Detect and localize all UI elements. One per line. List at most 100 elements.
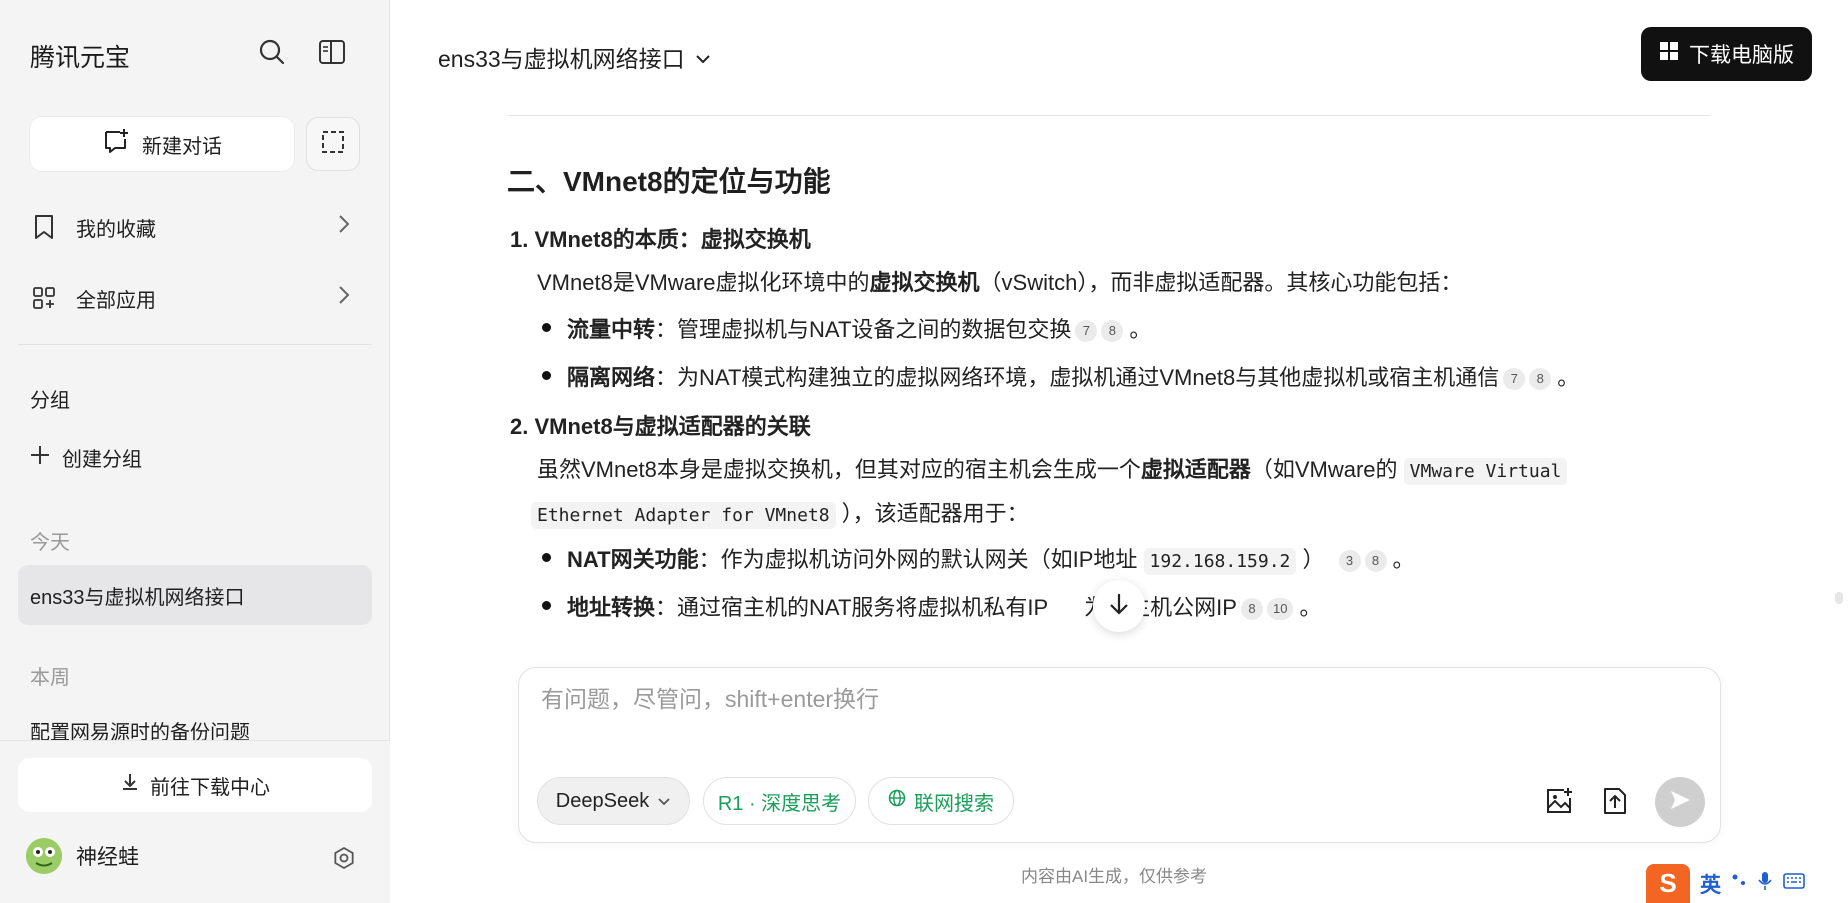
message-input[interactable]: [541, 686, 1691, 713]
ime-toolbar[interactable]: S 英: [1646, 864, 1848, 903]
plus-icon: [30, 445, 50, 471]
bullet-end: 。: [1557, 365, 1580, 390]
item2-desc-c: （如VMware的: [1250, 457, 1398, 482]
item1-title: VMnet8的本质：虚拟交换机: [534, 227, 811, 252]
conversation-item-active[interactable]: ens33与虚拟机网络接口: [18, 565, 372, 625]
download-center-label: 前往下载中心: [150, 776, 270, 799]
sidebar-item-favorites[interactable]: 我的收藏: [30, 205, 360, 249]
user-profile[interactable]: 神经蛙: [26, 838, 139, 874]
bullet-dot: [542, 323, 551, 332]
windows-icon: [1659, 41, 1679, 67]
create-group-label: 创建分组: [62, 449, 142, 471]
punctuation-icon[interactable]: [1731, 871, 1747, 896]
item1-description: VMnet8是VMware虚拟化环境中的虚拟交换机（vSwitch），而非虚拟适…: [537, 265, 1462, 297]
bullet-text: ：管理虚拟机与NAT设备之间的数据包交换: [655, 317, 1072, 342]
chevron-right-icon: [338, 214, 350, 240]
group-section-label: 分组: [30, 390, 70, 412]
sidebar: 腾讯元宝 新建对话 我的收藏 全部应用 分组 创建分组 今天 ens33与虚拟机…: [0, 0, 390, 903]
image-upload-icon[interactable]: [1540, 782, 1578, 820]
model-selector[interactable]: DeepSeek: [537, 777, 690, 825]
favorites-label: 我的收藏: [76, 218, 156, 241]
scroll-to-bottom-button[interactable]: [1093, 580, 1145, 632]
all-apps-label: 全部应用: [76, 289, 156, 312]
download-center-button[interactable]: 前往下载中心: [18, 758, 372, 812]
crop-icon: [320, 129, 346, 160]
globe-icon: [888, 789, 906, 813]
sogou-logo: S: [1646, 864, 1690, 903]
article-divider-wrap: [507, 115, 1710, 116]
citation-badge[interactable]: 8: [1529, 368, 1552, 391]
sidebar-toggle-icon[interactable]: [316, 36, 348, 68]
bullet-dot: [542, 371, 551, 380]
microphone-icon[interactable]: [1757, 870, 1773, 897]
bullet-dot: [542, 553, 551, 562]
avatar: [26, 838, 62, 874]
citation-badge[interactable]: 3: [1338, 550, 1361, 573]
brand-title: 腾讯元宝: [30, 44, 131, 72]
model-label: DeepSeek: [555, 789, 650, 812]
bullet-text: ：通过宿主机的NAT服务将虚拟机私有IP: [655, 595, 1049, 620]
item2-bullet2: 地址转换：通过宿主机的NAT服务将虚拟机私有IP 为宿主机公网IP 8 10。: [567, 590, 1321, 622]
send-icon: [1668, 788, 1692, 817]
new-chat-icon: [102, 127, 130, 161]
scrollbar-thumb[interactable]: [1835, 592, 1843, 604]
item1-heading: 1. VMnet8的本质：虚拟交换机: [510, 222, 811, 254]
deep-think-label: R1 · 深度思考: [717, 792, 842, 815]
inline-code: Ethernet Adapter for VMnet8: [531, 502, 836, 529]
settings-icon[interactable]: [330, 844, 358, 872]
item2-number: 2.: [510, 414, 529, 439]
screenshot-button[interactable]: [306, 117, 360, 171]
bullet-end: 。: [1299, 595, 1322, 620]
item2-desc-b: 虚拟适配器: [1140, 457, 1251, 482]
ai-disclaimer: 内容由AI生成，仅供参考: [1021, 867, 1208, 886]
sidebar-divider: [18, 344, 372, 345]
create-group-button[interactable]: 创建分组: [30, 443, 142, 472]
apps-grid-icon: [30, 284, 58, 312]
inline-code: 192.168.159.2: [1143, 548, 1297, 575]
item1-bullet1: 流量中转：管理虚拟机与NAT设备之间的数据包交换 7 8。: [567, 312, 1151, 344]
citation-badge[interactable]: 7: [1503, 368, 1526, 391]
download-pc-button[interactable]: 下载电脑版: [1641, 27, 1812, 81]
citation-badge[interactable]: 8: [1240, 598, 1263, 621]
download-pc-label: 下载电脑版: [1689, 44, 1794, 67]
week-section-label: 本周: [30, 667, 70, 689]
item1-desc-a: VMnet8是VMware虚拟化环境中的: [537, 270, 870, 295]
keyboard-icon[interactable]: [1783, 872, 1805, 895]
item2-heading: 2. VMnet8与虚拟适配器的关联: [510, 409, 811, 441]
bullet-title: NAT网关功能: [567, 547, 699, 572]
item1-number: 1.: [510, 227, 529, 252]
citation-badge[interactable]: 10: [1266, 598, 1294, 621]
article-divider: [507, 115, 1710, 116]
web-search-label: 联网搜索: [914, 792, 994, 815]
chevron-right-icon: [338, 285, 350, 311]
conversation-title: ens33与虚拟机网络接口: [438, 46, 685, 72]
web-search-toggle[interactable]: 联网搜索: [868, 777, 1014, 825]
conversation-title-dropdown[interactable]: ens33与虚拟机网络接口: [438, 40, 711, 74]
item2-desc-d: ），该适配器用于：: [841, 501, 1029, 526]
send-button[interactable]: [1655, 777, 1705, 827]
bullet-text: ：为NAT模式构建独立的虚拟网络环境，虚拟机通过VMnet8与其他虚拟机或宿主机…: [655, 365, 1500, 390]
file-upload-icon[interactable]: [1596, 782, 1634, 820]
citation-badge[interactable]: 8: [1101, 320, 1124, 343]
citation-badge[interactable]: 8: [1364, 550, 1387, 573]
message-composer: DeepSeek R1 · 深度思考 联网搜索: [518, 667, 1721, 843]
bullet-close: ）: [1302, 547, 1325, 572]
item1-bullet2: 隔离网络：为NAT模式构建独立的虚拟网络环境，虚拟机通过VMnet8与其他虚拟机…: [567, 360, 1579, 392]
ime-language[interactable]: 英: [1700, 869, 1721, 899]
deep-think-toggle[interactable]: R1 · 深度思考: [703, 777, 856, 825]
bullet-title: 地址转换: [567, 595, 656, 620]
item1-desc-b: 虚拟交换机: [869, 270, 980, 295]
item2-description-line1: 虽然VMnet8本身是虚拟交换机，但其对应的宿主机会生成一个虚拟适配器（如VMw…: [537, 452, 1568, 485]
today-section-label: 今天: [30, 532, 70, 554]
bullet-end: 。: [1129, 317, 1152, 342]
bullet-dot: [542, 601, 551, 610]
new-chat-button[interactable]: 新建对话: [30, 117, 294, 171]
new-chat-label: 新建对话: [142, 135, 222, 158]
item2-bullet1: NAT网关功能：作为虚拟机访问外网的默认网关（如IP地址 192.168.159…: [567, 542, 1415, 575]
bullet-end: 。: [1392, 547, 1415, 572]
citation-badge[interactable]: 7: [1075, 320, 1098, 343]
arrow-down-icon: [1108, 592, 1130, 621]
sidebar-item-all-apps[interactable]: 全部应用: [30, 276, 360, 320]
search-icon[interactable]: [256, 36, 288, 68]
inline-code: VMware Virtual: [1403, 458, 1568, 485]
